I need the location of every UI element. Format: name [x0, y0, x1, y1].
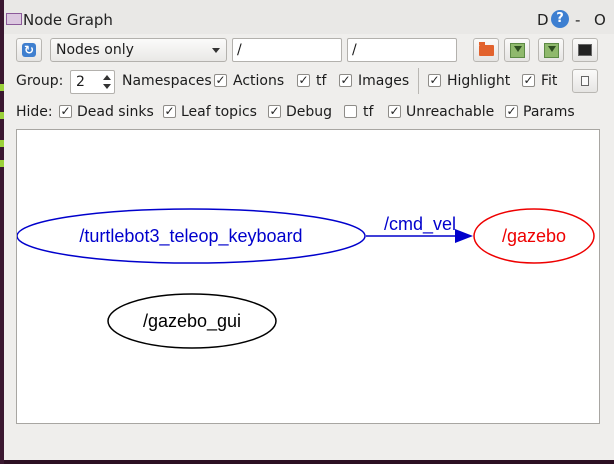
params-checkbox[interactable]: ✓ [505, 105, 518, 118]
dead-sinks-checkbox[interactable]: ✓ [59, 105, 72, 118]
graph-mode-value: Nodes only [56, 42, 134, 58]
group-value: 2 [76, 74, 85, 90]
edge-label: /cmd_vel [384, 214, 456, 235]
save-svg-button[interactable] [538, 38, 564, 62]
graph-canvas[interactable]: /turtlebot3_teleop_keyboard /cmd_vel /ga… [16, 129, 600, 424]
save-icon [544, 43, 559, 58]
node-label: /turtlebot3_teleop_keyboard [79, 226, 302, 247]
tf-group-checkbox[interactable]: ✓ [297, 74, 310, 87]
graph-node-gazebo-gui[interactable]: /gazebo_gui [107, 293, 277, 349]
status-area [4, 426, 614, 460]
load-dot-button[interactable] [473, 38, 499, 62]
minimize-button[interactable]: - [575, 11, 580, 29]
node-label: /gazebo_gui [143, 311, 241, 332]
save-dot-button[interactable] [504, 38, 530, 62]
window-titlebar[interactable]: Node Graph D ? - O [4, 0, 614, 34]
tf-hide-label: tf [363, 104, 374, 120]
params-label: Params [523, 104, 575, 120]
fit-checkbox[interactable]: ✓ [522, 74, 535, 87]
leaf-topics-checkbox[interactable]: ✓ [163, 105, 176, 118]
refresh-icon: ↻ [22, 43, 36, 57]
refresh-graph-button[interactable]: ↻ [16, 38, 42, 62]
help-icon[interactable]: ? [551, 10, 569, 28]
unreachable-checkbox[interactable]: ✓ [388, 105, 401, 118]
graph-mode-select[interactable]: Nodes only [50, 38, 227, 62]
graph-node-teleop[interactable]: /turtlebot3_teleop_keyboard [17, 208, 366, 264]
images-label: Images [358, 73, 410, 89]
window-title: Node Graph [23, 11, 113, 29]
group-label: Group: [16, 73, 64, 89]
highlight-checkbox[interactable]: ✓ [428, 74, 441, 87]
node-graph-window: Node Graph D ? - O ↻ Nodes only / / Grou… [4, 0, 614, 460]
debug-checkbox[interactable]: ✓ [268, 105, 281, 118]
fit-in-view-button[interactable] [572, 69, 598, 93]
graph-node-gazebo[interactable]: /gazebo [473, 208, 595, 264]
edge-arrowhead [455, 229, 473, 243]
chevron-down-icon [212, 48, 220, 53]
window-icon [6, 13, 22, 25]
save-icon [510, 43, 525, 58]
tf-group-label: tf [316, 73, 327, 89]
save-image-button[interactable] [572, 38, 598, 62]
dock-button[interactable]: D [537, 11, 549, 29]
tf-hide-checkbox[interactable] [344, 105, 357, 118]
node-filter-input[interactable]: / [232, 38, 342, 62]
highlight-label: Highlight [447, 73, 511, 89]
topic-filter-input[interactable]: / [347, 38, 457, 62]
fit-label: Fit [541, 73, 558, 89]
folder-icon [479, 42, 494, 56]
unreachable-label: Unreachable [406, 104, 495, 120]
options-button[interactable]: O [594, 11, 606, 29]
fit-view-icon [581, 76, 589, 86]
spin-down-icon[interactable] [103, 84, 111, 89]
namespaces-label: Namespaces [122, 73, 212, 89]
group-spinbox[interactable]: 2 [70, 70, 115, 94]
graph-edge-cmd-vel[interactable]: /cmd_vel [366, 214, 473, 243]
actions-label: Actions [233, 73, 285, 89]
image-icon [578, 44, 592, 56]
hide-label: Hide: [16, 104, 53, 120]
toolbar-separator [418, 68, 419, 94]
node-label: /gazebo [502, 226, 566, 246]
leaf-topics-label: Leaf topics [181, 104, 257, 120]
spin-up-icon[interactable] [103, 75, 111, 80]
debug-label: Debug [286, 104, 333, 120]
dead-sinks-label: Dead sinks [77, 104, 154, 120]
namespaces-checkbox[interactable]: ✓ [214, 74, 227, 87]
graph-svg: /turtlebot3_teleop_keyboard /cmd_vel /ga… [17, 208, 595, 349]
images-checkbox[interactable]: ✓ [339, 74, 352, 87]
